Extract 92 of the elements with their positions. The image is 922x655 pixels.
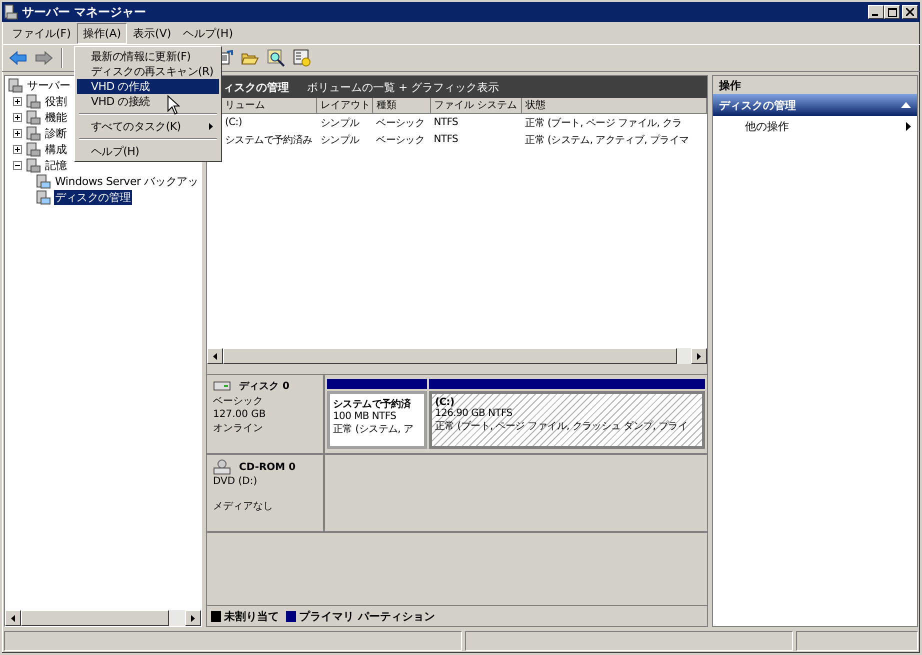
- column-header[interactable]: 状態: [522, 98, 707, 114]
- table-cell-text: シンプル: [319, 134, 360, 146]
- column-header[interactable]: ファイル システム: [430, 98, 522, 114]
- scrollbar[interactable]: [5, 610, 201, 626]
- tree-item[interactable]: 役割: [44, 94, 68, 108]
- maximize-button[interactable]: [884, 5, 900, 19]
- forward-arrow-icon: [35, 51, 53, 65]
- actions-header: 操作: [713, 76, 917, 94]
- column-header[interactable]: レイアウト: [317, 98, 374, 114]
- scroll-right-icon[interactable]: [697, 352, 701, 360]
- panel-title: ィスクの管理: [223, 80, 289, 94]
- scroll-left-icon[interactable]: [213, 352, 217, 360]
- disk-icon: [35, 189, 51, 205]
- table-cell-text: 正常 (ブート, ページ ファイル, クラ: [524, 116, 683, 130]
- partition-status: 正常 (システム, ア: [333, 422, 414, 436]
- partition-size: 100 MB NTFS: [333, 411, 398, 422]
- tree-item[interactable]: 構成: [44, 142, 68, 156]
- tree-item[interactable]: 機能: [44, 110, 68, 124]
- disk-drive-icon: [213, 381, 231, 391]
- back-arrow-icon: [9, 51, 27, 65]
- partition-block[interactable]: (C:) 126.90 GB NTFS 正常 (ブート, ページ ファイル, クラッシュ ダンプ, プライ: [429, 391, 705, 449]
- close-icon: [906, 8, 914, 16]
- menu-item[interactable]: ファイル(F): [6, 22, 77, 44]
- disk-name: ディスク 0: [239, 380, 290, 393]
- expand-icon[interactable]: [13, 96, 22, 106]
- window-title: サーバー マネージャー: [22, 4, 148, 20]
- table-cell-text: 正常 (システム, アクティブ, プライマ: [524, 134, 690, 146]
- disk-type: ベーシック: [213, 395, 264, 408]
- minimize-button[interactable]: [868, 5, 884, 19]
- tree-item[interactable]: Windows Server バックアッ: [54, 174, 200, 188]
- server-icon: [25, 141, 41, 157]
- maximize-icon: [888, 8, 896, 16]
- tree-item[interactable]: サーバー: [26, 78, 72, 92]
- server-icon: [25, 157, 41, 173]
- menu-option[interactable]: ヘルプ(H): [77, 144, 219, 159]
- disk-status: メディアなし: [213, 500, 274, 513]
- close-button[interactable]: [902, 5, 918, 19]
- partition-block[interactable]: システムで予約済 100 MB NTFS 正常 (システム, ア: [327, 391, 427, 449]
- table-cell-text: (C:): [224, 117, 243, 128]
- menu-option[interactable]: ディスクの再スキャン(R): [77, 64, 219, 79]
- tree-item[interactable]: ディスクの管理: [54, 190, 132, 204]
- scroll-right-icon[interactable]: [191, 614, 195, 622]
- menu-item[interactable]: 表示(V): [127, 22, 178, 44]
- tree-item[interactable]: 記憶: [44, 158, 68, 172]
- expand-icon[interactable]: [13, 128, 22, 138]
- table-cell-text: ベーシック: [375, 116, 426, 130]
- expand-icon[interactable]: [13, 112, 22, 122]
- scroll-left-icon[interactable]: [11, 614, 15, 622]
- partition-name: (C:): [435, 397, 456, 408]
- menu-item[interactable]: 操作(A): [76, 22, 128, 44]
- disk-info-panel[interactable]: ディスク 0 ベーシック 127.00 GB オンライン: [207, 375, 325, 453]
- action-item[interactable]: 他の操作: [713, 116, 917, 136]
- collapse-icon[interactable]: [13, 160, 22, 170]
- settings-icon: [293, 49, 311, 67]
- menu-option[interactable]: 最新の情報に更新(F): [77, 49, 219, 64]
- server-icon: [25, 109, 41, 125]
- disk-type: DVD (D:): [213, 476, 258, 487]
- server-icon: [25, 125, 41, 141]
- partition-status: 正常 (ブート, ページ ファイル, クラッシュ ダンプ, プライ: [435, 420, 689, 433]
- actions-section-header[interactable]: ディスクの管理: [713, 94, 917, 116]
- partition-size: 126.90 GB NTFS: [435, 408, 514, 419]
- panel-subtitle: ボリュームの一覧 + グラフィック表示: [307, 80, 500, 94]
- disk-status: オンライン: [213, 422, 264, 435]
- server-icon: [7, 77, 23, 93]
- table-cell-text: システムで予約済み: [224, 134, 314, 146]
- disk-info-panel[interactable]: CD-ROM 0 DVD (D:) メディアなし: [207, 455, 325, 531]
- legend-label: 未割り当て: [224, 608, 279, 624]
- partition-name: システムで予約済: [333, 397, 412, 411]
- scrollbar[interactable]: [207, 348, 707, 364]
- tree-item[interactable]: 診断: [44, 126, 68, 140]
- table-cell-text: NTFS: [432, 134, 460, 145]
- server-icon: [25, 93, 41, 109]
- table-cell-text: ベーシック: [375, 134, 426, 146]
- disk-icon: [35, 173, 51, 189]
- legend-label: プライマリ パーティション: [299, 608, 435, 624]
- disk-size: 127.00 GB: [213, 409, 267, 420]
- server-icon: [4, 4, 18, 20]
- expand-icon[interactable]: [13, 144, 22, 154]
- collapse-icon[interactable]: [901, 102, 911, 108]
- table-cell-text: NTFS: [432, 117, 460, 128]
- column-header[interactable]: 種類: [373, 98, 431, 114]
- submenu-arrow-icon: [209, 123, 213, 130]
- menu-option[interactable]: VHD の作成: [77, 79, 219, 94]
- disk-name: CD-ROM 0: [239, 462, 296, 472]
- search-icon: [267, 49, 285, 67]
- cd-drive-icon: [213, 459, 231, 475]
- mouse-cursor-icon: [167, 95, 180, 115]
- submenu-arrow-icon: [906, 122, 911, 130]
- table-cell-text: シンプル: [319, 116, 360, 130]
- menu-option[interactable]: VHD の接続: [77, 94, 219, 109]
- menu-item[interactable]: ヘルプ(H): [177, 22, 239, 44]
- menu-option[interactable]: すべてのタスク(K): [77, 119, 219, 134]
